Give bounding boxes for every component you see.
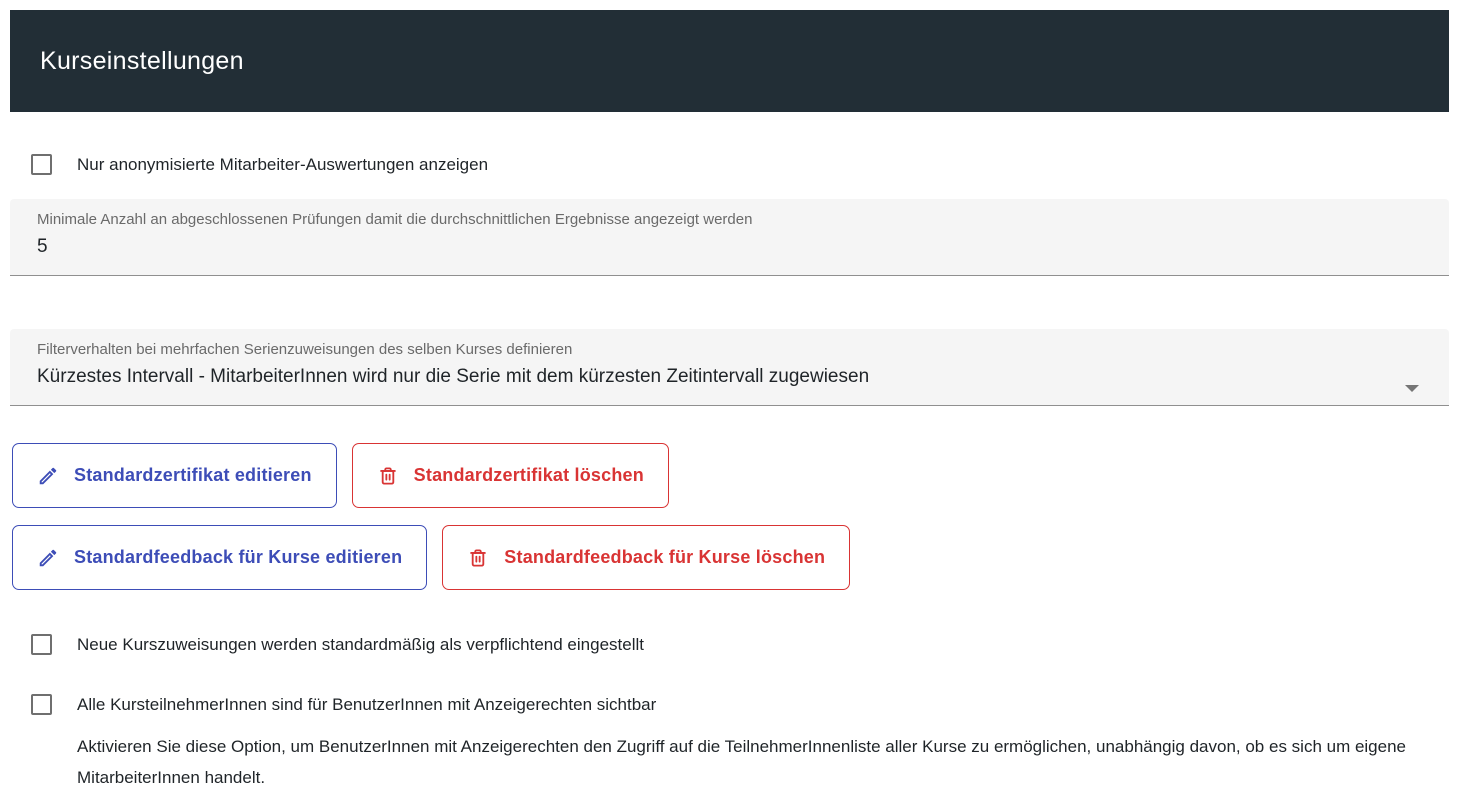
filter-behavior-label: Filterverhalten bei mehrfachen Serienzuw… bbox=[37, 340, 1419, 360]
filter-behavior-select[interactable]: Filterverhalten bei mehrfachen Serienzuw… bbox=[10, 329, 1449, 406]
min-exams-input[interactable]: 5 bbox=[37, 234, 1419, 275]
checkbox-mandatory-label: Neue Kurszuweisungen werden standardmäßi… bbox=[77, 635, 644, 655]
edit-feedback-button[interactable]: Standardfeedback für Kurse editieren bbox=[12, 525, 427, 590]
field-min-exams-label: Minimale Anzahl an abgeschlossenen Prüfu… bbox=[37, 210, 1419, 230]
delete-feedback-button[interactable]: Standardfeedback für Kurse löschen bbox=[442, 525, 850, 590]
checkbox-mandatory[interactable] bbox=[31, 634, 52, 655]
edit-feedback-label: Standardfeedback für Kurse editieren bbox=[74, 547, 402, 568]
checkbox-participants-visible[interactable] bbox=[31, 694, 52, 715]
filter-behavior-value: Kürzestes Intervall - MitarbeiterInnen w… bbox=[37, 364, 1419, 405]
participants-visible-hint: Aktivieren Sie diese Option, um Benutzer… bbox=[77, 731, 1449, 793]
delete-feedback-label: Standardfeedback für Kurse löschen bbox=[504, 547, 825, 568]
checkbox-anonymized-label: Nur anonymisierte Mitarbeiter-Auswertung… bbox=[77, 155, 488, 175]
checkbox-row-mandatory: Neue Kurszuweisungen werden standardmäßi… bbox=[31, 634, 1449, 655]
edit-certificate-label: Standardzertifikat editieren bbox=[74, 465, 312, 486]
trash-icon bbox=[467, 547, 489, 569]
certificate-button-row: Standardzertifikat editieren Standardzer… bbox=[12, 443, 1449, 508]
delete-certificate-label: Standardzertifikat löschen bbox=[414, 465, 644, 486]
edit-certificate-button[interactable]: Standardzertifikat editieren bbox=[12, 443, 337, 508]
checkbox-row-participants-visible: Alle KursteilnehmerInnen sind für Benutz… bbox=[31, 694, 1449, 715]
field-min-exams: Minimale Anzahl an abgeschlossenen Prüfu… bbox=[10, 199, 1449, 276]
pencil-icon bbox=[37, 465, 59, 487]
checkbox-row-anonymized: Nur anonymisierte Mitarbeiter-Auswertung… bbox=[31, 154, 1449, 175]
page-title: Kurseinstellungen bbox=[40, 47, 244, 76]
pencil-icon bbox=[37, 547, 59, 569]
feedback-button-row: Standardfeedback für Kurse editieren Sta… bbox=[12, 525, 1449, 590]
checkbox-participants-visible-label: Alle KursteilnehmerInnen sind für Benutz… bbox=[77, 695, 656, 715]
trash-icon bbox=[377, 465, 399, 487]
course-settings-page: Kurseinstellungen Nur anonymisierte Mita… bbox=[0, 0, 1459, 793]
delete-certificate-button[interactable]: Standardzertifikat löschen bbox=[352, 443, 669, 508]
chevron-down-icon bbox=[1405, 385, 1419, 392]
checkbox-anonymized[interactable] bbox=[31, 154, 52, 175]
page-header: Kurseinstellungen bbox=[10, 10, 1449, 112]
